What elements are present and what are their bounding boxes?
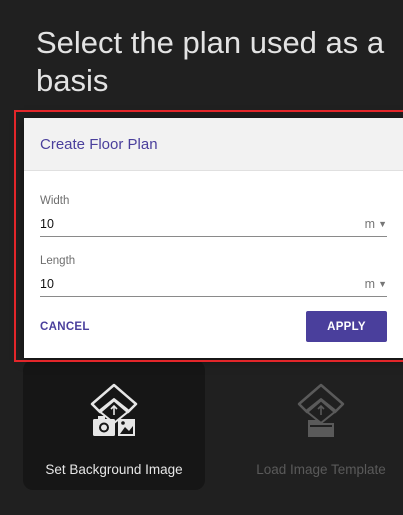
dialog-header: Create Floor Plan	[24, 118, 403, 171]
width-unit-select[interactable]: m ▼	[365, 217, 387, 231]
create-floor-plan-dialog: Create Floor Plan Width 10 m ▼ Length 10 …	[24, 118, 403, 358]
length-input[interactable]: 10	[40, 277, 54, 291]
apply-button[interactable]: APPLY	[306, 311, 387, 342]
width-field: Width 10 m ▼	[40, 195, 387, 237]
length-field: Length 10 m ▼	[40, 255, 387, 297]
length-unit-value: m	[364, 277, 376, 291]
length-input-row: 10 m ▼	[40, 276, 387, 297]
camera-image-icon	[90, 383, 138, 436]
width-input-row: 10 m ▼	[40, 216, 387, 237]
length-label: Length	[40, 255, 76, 267]
width-label: Width	[40, 195, 70, 207]
option-label: Set Background Image	[45, 462, 183, 477]
cancel-button[interactable]: CANCEL	[40, 321, 90, 333]
chevron-down-icon: ▼	[378, 279, 387, 289]
width-unit-value: m	[364, 217, 376, 231]
chevron-down-icon: ▼	[378, 219, 387, 229]
length-unit-select[interactable]: m ▼	[365, 277, 387, 291]
dialog-title: Create Floor Plan	[40, 136, 158, 153]
set-background-image-option[interactable]: Set Background Image	[23, 360, 205, 490]
page-title: Select the plan used as a basis	[36, 25, 385, 98]
option-label: Load Image Template	[256, 462, 386, 477]
load-image-template-option[interactable]: Load Image Template	[230, 360, 403, 490]
width-input[interactable]: 10	[40, 217, 54, 231]
folder-template-icon	[297, 383, 345, 437]
